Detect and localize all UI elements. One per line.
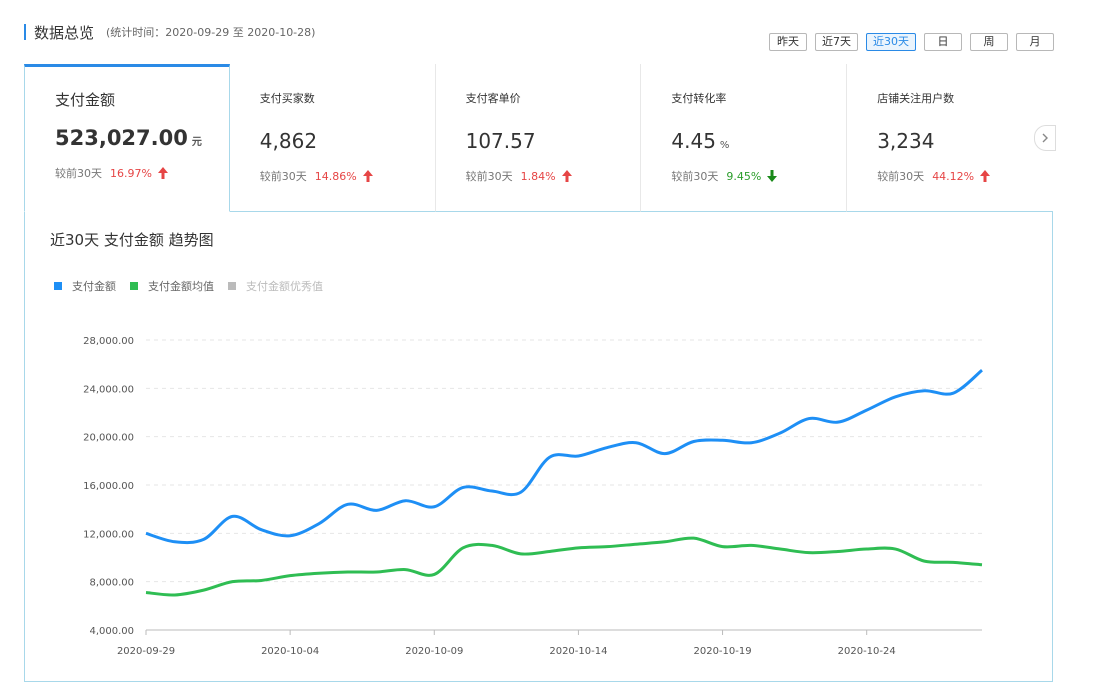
trend-line-chart: 4,000.00 8,000.00 12,000.00 16,000.00 20,000… [83,336,983,657]
y-tick-label: 16,000.00 [83,481,134,492]
x-tick-label: 2020-10-09 [405,646,463,657]
metric-unit: 元 [191,137,202,148]
metric-card-conversion[interactable]: 支付转化率 4.45% 较前30天 9.45% [641,64,848,212]
metric-value-number: 107.57 [465,129,536,153]
next-cards-button[interactable] [1034,125,1056,151]
trend-up-icon [362,170,373,182]
metric-value: 523,027.00 元 [55,125,229,151]
legend-label: 支付金额均值 [148,280,214,293]
chevron-right-icon [1042,133,1048,143]
compare-label: 较前30天 [259,170,307,183]
y-tick-label: 20,000.00 [83,433,134,444]
range-month-button[interactable]: 月 [1016,33,1054,51]
y-tick-label: 4,000.00 [89,626,134,637]
range-7days-button[interactable]: 近7天 [815,33,858,51]
metric-label: 店铺关注用户数 [877,92,955,105]
metric-value: 4.45% [671,128,846,154]
series-line-average [145,536,983,597]
metric-value-number: 523,027.00 [55,126,188,150]
metric-card-avg-order[interactable]: 支付客单价 107.57 较前30天 1.84% [435,64,642,212]
metric-cards: 支付金额 523,027.00 元 较前30天 16.97% 支付买家数 4,862… [24,64,1053,212]
y-tick-label: 8,000.00 [89,578,134,589]
metric-value: 4,862 [260,128,435,154]
metric-label: 支付买家数 [259,92,315,105]
legend-item-excellent[interactable]: 支付金额优秀值 [228,278,323,294]
compare-label: 较前30天 [465,170,513,183]
range-30days-button[interactable]: 近30天 [866,33,916,51]
metric-compare: 较前30天 1.84% [466,168,641,184]
legend-swatch [130,282,138,290]
metric-label: 支付转化率 [671,92,727,105]
compare-label: 较前30天 [55,167,102,180]
x-tick-label: 2020-10-04 [261,646,319,657]
metric-value-number: 4,862 [259,129,318,153]
legend-label: 支付金额 [72,280,116,293]
metric-compare: 较前30天 44.12% [877,168,1053,184]
metric-card-buyers[interactable]: 支付买家数 4,862 较前30天 14.86% [229,64,436,212]
metric-value-number: 3,234 [877,129,935,153]
legend-item-payment[interactable]: 支付金额 [54,278,116,294]
metric-compare: 较前30天 9.45% [671,168,846,184]
compare-percent: 1.84% [520,169,556,183]
chart-title: 近30天 支付金额 趋势图 [50,231,214,249]
compare-percent: 9.45% [726,169,762,183]
x-tick-label: 2020-09-29 [117,646,175,657]
range-selector: 昨天 近7天 近30天 日 周 月 [769,33,1054,51]
metric-unit: % [719,140,730,151]
legend-swatch [228,282,236,290]
compare-label: 较前30天 [671,170,719,183]
y-tick-label: 24,000.00 [83,384,134,395]
legend-label: 支付金额优秀值 [246,280,323,293]
metric-value-number: 4.45 [671,129,716,153]
compare-label: 较前30天 [877,170,925,183]
x-tick-label: 2020-10-19 [693,646,751,657]
compare-percent: 44.12% [932,169,975,183]
legend-swatch [54,282,62,290]
header-accent-bar [24,24,26,40]
overview-header: 数据总览 (统计时间：2020-09-29 至 2020-10-28) [24,22,315,42]
metric-card-followers[interactable]: 店铺关注用户数 3,234 较前30天 44.12% [847,64,1053,212]
metric-value: 107.57 [466,128,641,154]
range-week-button[interactable]: 周 [970,33,1008,51]
trend-up-icon [980,170,991,182]
trend-down-icon [767,170,778,182]
metric-card-payment-amount[interactable]: 支付金额 523,027.00 元 较前30天 16.97% [24,64,230,212]
stat-period: (统计时间：2020-09-29 至 2020-10-28) [106,26,316,39]
trend-up-icon [157,167,168,179]
series-line-payment [145,369,983,545]
legend-item-average[interactable]: 支付金额均值 [130,278,214,294]
compare-percent: 16.97% [110,166,152,180]
page-title: 数据总览 [34,23,95,42]
compare-percent: 14.86% [314,169,357,183]
metric-value: 3,234 [877,128,1053,154]
x-tick-label: 2020-10-14 [549,646,607,657]
range-day-button[interactable]: 日 [924,33,962,51]
chart-legend: 支付金额 支付金额均值 支付金额优秀值 [54,278,323,294]
y-tick-label: 28,000.00 [83,336,134,347]
y-tick-label: 12,000.00 [83,529,134,540]
range-yesterday-button[interactable]: 昨天 [769,33,807,51]
metric-label: 支付客单价 [465,92,521,105]
metric-compare: 较前30天 14.86% [260,168,435,184]
metric-compare: 较前30天 16.97% [55,165,229,181]
x-tick-label: 2020-10-24 [838,646,896,657]
trend-up-icon [561,170,572,182]
metric-label: 支付金额 [55,91,116,109]
